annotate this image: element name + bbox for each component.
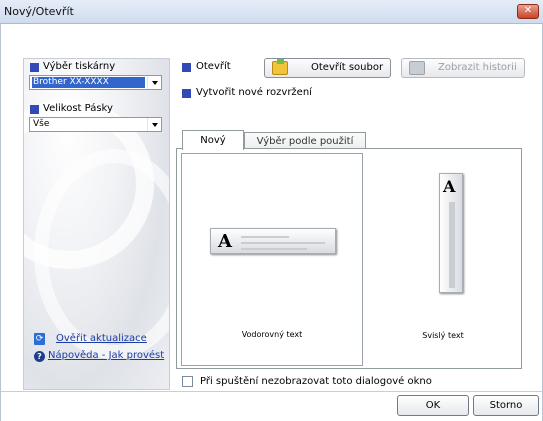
vertical-text-caption: Svislý text <box>422 331 464 340</box>
history-folder-icon <box>409 61 425 75</box>
footer-divider <box>1 391 543 392</box>
horizontal-label-preview: A <box>210 228 336 254</box>
title-bar: Nový/Otevřít ✕ <box>0 0 543 24</box>
printer-label: Výběr tiskárny <box>43 61 116 72</box>
dont-show-checkbox[interactable] <box>182 376 193 387</box>
open-file-button[interactable]: Otevřít soubor <box>264 58 391 78</box>
cancel-button[interactable]: Storno <box>473 395 539 416</box>
close-button[interactable]: ✕ <box>517 4 539 19</box>
printer-value: Brother XX-XXXX <box>32 77 145 88</box>
tape-size-value: Vše <box>33 119 50 129</box>
tab-panel-new: A Vodorovný text A Svislý text <box>176 148 522 369</box>
new-layout-label: Vytvořit nové rozvržení <box>196 87 312 98</box>
help-icon[interactable]: ? <box>34 351 45 362</box>
vertical-text-template[interactable]: A Svislý text <box>367 153 519 366</box>
tab-by-use[interactable]: Výběr podle použití <box>244 132 366 149</box>
folder-open-icon <box>272 59 288 75</box>
bullet-icon <box>182 89 191 98</box>
close-icon: ✕ <box>523 5 533 16</box>
bullet-icon <box>30 105 39 114</box>
bullet-icon <box>182 63 191 72</box>
check-updates-link[interactable]: Ověřit aktualizace <box>56 333 147 344</box>
open-file-label: Otevřít soubor <box>311 62 384 73</box>
update-icon[interactable]: ⟳ <box>34 333 45 345</box>
show-history-label: Zobrazit historii <box>438 62 517 73</box>
open-label: Otevřít <box>196 61 231 72</box>
dialog-body: Výběr tiskárny Brother XX-XXXX Velikost … <box>0 24 543 421</box>
help-link[interactable]: Nápověda - Jak provést <box>48 350 164 361</box>
printer-select[interactable]: Brother XX-XXXX <box>29 75 162 90</box>
window-title: Nový/Otevřít <box>4 5 74 18</box>
chevron-down-icon[interactable] <box>147 118 161 131</box>
tape-size-select[interactable]: Vše <box>29 117 162 132</box>
tape-size-label: Velikost Pásky <box>43 103 113 114</box>
ok-button[interactable]: OK <box>397 395 469 416</box>
tab-new[interactable]: Nový <box>182 130 244 150</box>
chevron-down-icon[interactable] <box>147 76 161 89</box>
show-history-button[interactable]: Zobrazit historii <box>401 58 525 78</box>
horizontal-text-template[interactable]: A Vodorovný text <box>181 153 363 366</box>
vertical-label-preview: A <box>439 173 463 293</box>
horizontal-text-caption: Vodorovný text <box>241 330 303 339</box>
bullet-icon <box>30 63 39 72</box>
dont-show-label: Při spuštění nezobrazovat toto dialogové… <box>200 376 432 387</box>
